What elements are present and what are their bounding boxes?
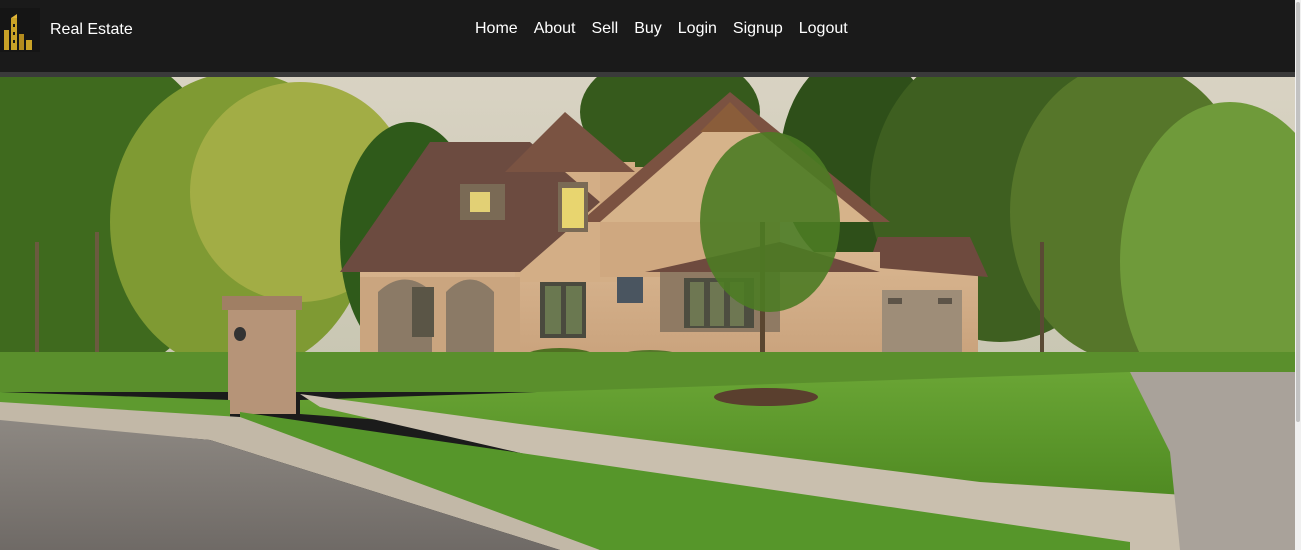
brand[interactable]: Real Estate	[0, 8, 133, 52]
hero-house-image	[0, 72, 1295, 550]
nav-home-link[interactable]: Home	[475, 20, 518, 38]
scrollbar[interactable]	[1295, 0, 1301, 550]
nav-about-link[interactable]: About	[534, 20, 576, 38]
top-navbar: Real Estate Home About Sell Buy Login Si…	[0, 0, 1295, 77]
brand-name[interactable]: Real Estate	[50, 21, 133, 39]
building-logo-icon[interactable]	[0, 8, 40, 52]
scrollbar-thumb[interactable]	[1296, 2, 1300, 422]
nav-buy-link[interactable]: Buy	[634, 20, 662, 38]
nav-signup-link[interactable]: Signup	[733, 20, 783, 38]
nav-sell-link[interactable]: Sell	[592, 20, 619, 38]
nav-login-link[interactable]: Login	[678, 20, 717, 38]
nav-logout-link[interactable]: Logout	[799, 20, 848, 38]
nav-menu: Home About Sell Buy Login Signup Logout	[475, 20, 848, 38]
